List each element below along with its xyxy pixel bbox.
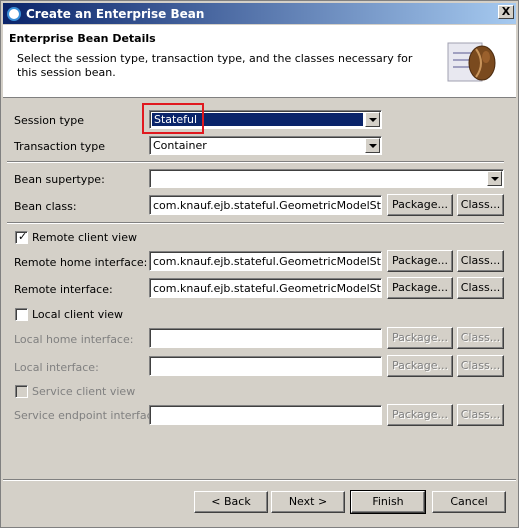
local-home-interface-input[interactable] xyxy=(149,328,382,348)
remote-interface-input[interactable]: com.knauf.ejb.stateful.GeometricModelSto… xyxy=(149,278,382,298)
finish-button[interactable]: Finish xyxy=(350,490,426,514)
service-endpoint-class-button[interactable]: Class... xyxy=(457,404,504,426)
service-client-view-checkbox[interactable] xyxy=(15,385,28,398)
local-interface-class-button[interactable]: Class... xyxy=(457,355,504,377)
close-button[interactable]: X xyxy=(498,5,514,19)
chevron-down-icon[interactable] xyxy=(365,112,380,127)
session-type-label: Session type xyxy=(14,114,85,127)
transaction-type-value: Container xyxy=(153,139,207,152)
wizard-dialog: Create an Enterprise Bean X Enterprise B… xyxy=(0,0,519,528)
service-endpoint-interface-label: Service endpoint interface: xyxy=(14,409,164,422)
page-description: Select the session type, transaction typ… xyxy=(17,52,413,79)
bean-supertype-select[interactable] xyxy=(149,169,504,188)
separator xyxy=(7,222,504,224)
remote-home-package-button[interactable]: Package... xyxy=(387,250,453,272)
bean-class-package-button[interactable]: Package... xyxy=(387,194,453,216)
bean-class-value: com.knauf.ejb.stateful.GeometricModelSto… xyxy=(153,199,382,212)
remote-client-view-checkbox[interactable]: ✓ xyxy=(15,231,28,244)
checkmark-icon: ✓ xyxy=(18,230,28,243)
bean-class-label: Bean class: xyxy=(14,200,77,213)
remote-interface-label: Remote interface: xyxy=(14,283,113,296)
local-interface-input[interactable] xyxy=(149,356,382,376)
local-interface-label: Local interface: xyxy=(14,361,99,374)
footer-separator xyxy=(3,479,516,481)
chevron-down-icon[interactable] xyxy=(365,138,380,153)
local-home-package-button[interactable]: Package... xyxy=(387,327,453,349)
bean-class-class-button[interactable]: Class... xyxy=(457,194,504,216)
next-button[interactable]: Next > xyxy=(271,491,345,513)
separator xyxy=(7,161,504,163)
chevron-down-icon[interactable] xyxy=(487,171,502,186)
title-bar: Create an Enterprise Bean X xyxy=(3,3,516,24)
bean-supertype-label: Bean supertype: xyxy=(14,173,105,186)
bean-wizard-icon xyxy=(447,42,496,82)
local-home-class-button[interactable]: Class... xyxy=(457,327,504,349)
remote-home-interface-input[interactable]: com.knauf.ejb.stateful.GeometricModelSto… xyxy=(149,251,382,271)
remote-client-view-label: Remote client view xyxy=(32,231,137,244)
remote-home-interface-value: com.knauf.ejb.stateful.GeometricModelSto… xyxy=(153,255,382,268)
service-client-view-label: Service client view xyxy=(32,385,136,398)
highlight-annotation xyxy=(142,103,204,134)
transaction-type-select[interactable]: Container xyxy=(149,136,382,155)
transaction-type-label: Transaction type xyxy=(14,140,105,153)
local-client-view-label: Local client view xyxy=(32,308,124,321)
eclipse-icon xyxy=(7,6,21,21)
remote-home-interface-label: Remote home interface: xyxy=(14,256,148,269)
local-interface-package-button[interactable]: Package... xyxy=(387,355,453,377)
bean-class-input[interactable]: com.knauf.ejb.stateful.GeometricModelSto… xyxy=(149,195,382,215)
service-endpoint-package-button[interactable]: Package... xyxy=(387,404,453,426)
page-title: Enterprise Bean Details xyxy=(9,32,156,45)
service-endpoint-interface-input[interactable] xyxy=(149,405,382,425)
back-button[interactable]: < Back xyxy=(194,491,268,513)
cancel-button[interactable]: Cancel xyxy=(432,491,506,513)
window-title: Create an Enterprise Bean xyxy=(26,6,205,21)
local-home-interface-label: Local home interface: xyxy=(14,333,134,346)
remote-interface-class-button[interactable]: Class... xyxy=(457,277,504,299)
remote-home-class-button[interactable]: Class... xyxy=(457,250,504,272)
remote-interface-value: com.knauf.ejb.stateful.GeometricModelSto… xyxy=(153,282,382,295)
local-client-view-checkbox[interactable] xyxy=(15,308,28,321)
wizard-header: Enterprise Bean Details Select the sessi… xyxy=(3,25,516,98)
remote-interface-package-button[interactable]: Package... xyxy=(387,277,453,299)
